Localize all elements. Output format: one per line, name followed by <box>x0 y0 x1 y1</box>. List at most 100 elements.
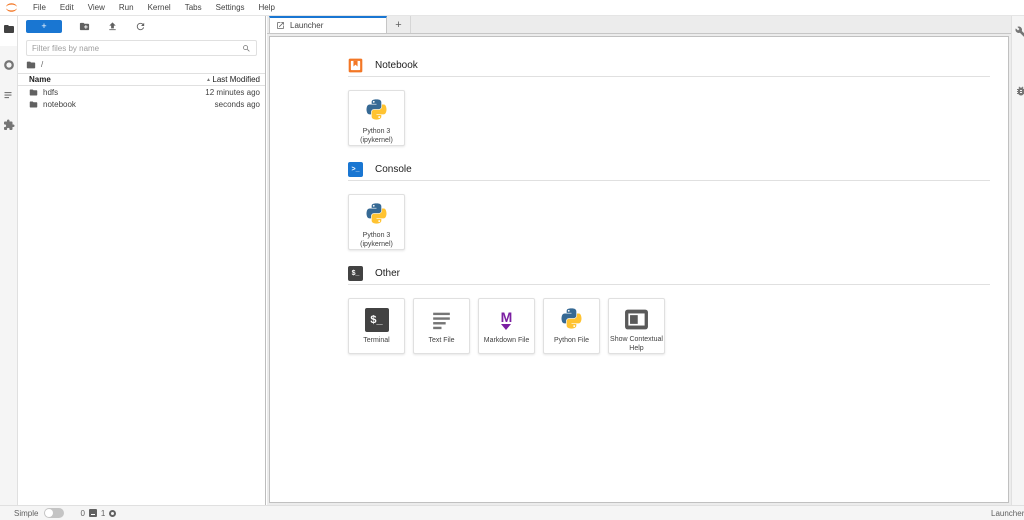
folder-icon <box>3 22 15 40</box>
python-icon <box>364 97 389 126</box>
file-name: notebook <box>43 100 76 109</box>
launcher-icon <box>276 21 285 30</box>
console-cards: Python 3 (ipykernel) <box>348 194 990 250</box>
launcher-panel: Notebook Python 3 (ipykernel) <box>269 36 1009 503</box>
contextual-help-icon <box>624 305 649 334</box>
python-icon <box>559 305 584 335</box>
refresh-button[interactable] <box>135 21 146 32</box>
jupyter-logo-icon <box>5 1 18 14</box>
file-browser-tab[interactable] <box>0 16 17 46</box>
menu-file[interactable]: File <box>26 0 53 15</box>
card-label: Python File <box>554 337 589 346</box>
section-divider <box>348 180 990 181</box>
card-label: Python 3 (ipykernel) <box>360 128 393 145</box>
card-label: Python 3 (ipykernel) <box>360 232 393 249</box>
file-list-header: Name ▲ Last Modified <box>18 73 265 86</box>
list-icon <box>3 88 15 106</box>
simple-mode-toggle[interactable] <box>44 508 64 518</box>
toggle-knob <box>45 509 53 517</box>
card-label: Text File <box>428 337 454 346</box>
puzzle-icon <box>3 118 15 136</box>
terminals-count: 0 <box>80 509 84 518</box>
menu-help[interactable]: Help <box>252 0 282 15</box>
card-console-python3[interactable]: Python 3 (ipykernel) <box>348 194 405 250</box>
text-file-icon <box>429 305 454 335</box>
name-column-header[interactable]: Name ▲ <box>29 75 211 84</box>
menu-tabs[interactable]: Tabs <box>178 0 209 15</box>
section-divider <box>348 284 990 285</box>
extension-manager-tab[interactable] <box>0 112 17 142</box>
running-circle-icon <box>3 58 15 76</box>
menu-settings[interactable]: Settings <box>209 0 252 15</box>
left-activity-bar <box>0 16 18 505</box>
running-sessions-tab[interactable] <box>0 52 17 82</box>
section-title: Console <box>375 164 412 175</box>
folder-icon <box>29 88 38 97</box>
terminal-icon: $_ <box>348 266 363 281</box>
table-of-contents-tab[interactable] <box>0 82 17 112</box>
terminal-status-icon <box>89 509 97 517</box>
last-modified-column-header[interactable]: Last Modified <box>211 75 260 84</box>
kernel-terminal-status[interactable]: 0 1 <box>80 509 116 518</box>
section-divider <box>348 76 990 77</box>
section-header-console: >_ Console <box>348 161 990 177</box>
filter-files-input[interactable] <box>32 44 242 53</box>
card-label: Markdown File <box>484 337 530 346</box>
file-modified: seconds ago <box>215 100 260 109</box>
file-modified: 12 minutes ago <box>205 88 260 97</box>
folder-icon <box>29 100 38 109</box>
kernels-count: 1 <box>101 509 105 518</box>
right-sidebar <box>1011 16 1024 505</box>
new-launcher-button[interactable]: + <box>26 20 62 33</box>
search-icon <box>242 44 251 53</box>
simple-mode-label: Simple <box>14 509 38 518</box>
notebook-icon <box>348 58 363 73</box>
tab-launcher[interactable]: Launcher <box>269 16 387 33</box>
python-icon <box>364 201 389 230</box>
notebook-cards: Python 3 (ipykernel) <box>348 90 990 146</box>
card-label: Terminal <box>363 337 389 346</box>
filter-files-box <box>26 40 257 56</box>
new-tab-button[interactable]: + <box>387 16 411 33</box>
upload-button[interactable] <box>107 21 118 32</box>
property-inspector-tab[interactable] <box>1015 25 1024 37</box>
file-name: hdfs <box>43 88 58 97</box>
card-terminal[interactable]: $_ Terminal <box>348 298 405 354</box>
file-row-notebook[interactable]: notebook seconds ago <box>18 98 265 110</box>
console-icon: >_ <box>348 162 363 177</box>
section-title: Notebook <box>375 60 418 71</box>
menu-edit[interactable]: Edit <box>53 0 81 15</box>
card-show-contextual-help[interactable]: Show Contextual Help <box>608 298 665 354</box>
status-bar: Simple 0 1 Launcher <box>0 505 1024 520</box>
current-activity-label: Launcher <box>991 506 1024 520</box>
card-python-file[interactable]: Python File <box>543 298 600 354</box>
breadcrumb-root[interactable]: / <box>41 60 43 69</box>
wrench-icon <box>1015 26 1024 38</box>
markdown-icon: M <box>501 305 513 335</box>
file-browser-panel: + / Name ▲ Last Modified <box>18 16 266 505</box>
menu-view[interactable]: View <box>81 0 112 15</box>
card-markdown-file[interactable]: M Markdown File <box>478 298 535 354</box>
menu-kernel[interactable]: Kernel <box>141 0 178 15</box>
card-notebook-python3[interactable]: Python 3 (ipykernel) <box>348 90 405 146</box>
card-text-file[interactable]: Text File <box>413 298 470 354</box>
other-cards: $_ Terminal <box>348 298 990 354</box>
section-header-other: $_ Other <box>348 265 990 281</box>
bug-icon <box>1015 85 1024 97</box>
file-browser-toolbar: + <box>18 16 265 37</box>
jupyterlab-app: File Edit View Run Kernel Tabs Settings … <box>0 0 1024 520</box>
section-title: Other <box>375 268 400 279</box>
breadcrumb[interactable]: / <box>18 56 265 73</box>
tab-bar: Launcher + <box>267 16 1011 34</box>
terminal-icon: $_ <box>365 305 389 335</box>
new-folder-button[interactable] <box>79 21 90 32</box>
folder-icon <box>26 60 36 70</box>
menu-bar: File Edit View Run Kernel Tabs Settings … <box>0 0 1024 16</box>
debugger-tab[interactable] <box>1015 84 1024 96</box>
card-label: Show Contextual Help <box>610 336 663 353</box>
menu-run[interactable]: Run <box>112 0 141 15</box>
tab-label: Launcher <box>290 21 323 30</box>
main-dock: Launcher + Notebook <box>267 16 1011 505</box>
section-header-notebook: Notebook <box>348 57 990 73</box>
file-row-hdfs[interactable]: hdfs 12 minutes ago <box>18 86 265 98</box>
